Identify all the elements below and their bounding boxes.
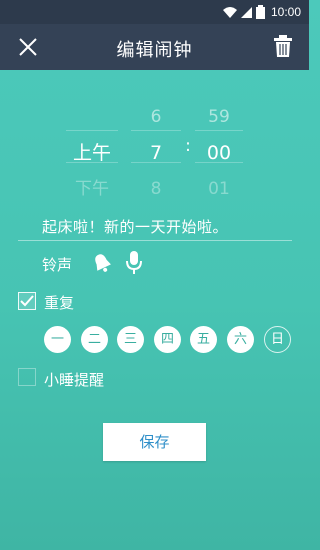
- day-friday[interactable]: 五: [190, 326, 217, 353]
- message-underline: [18, 240, 292, 241]
- ampm-next: 下午: [75, 179, 109, 199]
- picker-divider: [195, 162, 243, 163]
- picker-divider: [66, 162, 118, 163]
- picker-divider: [66, 130, 118, 131]
- day-tuesday[interactable]: 二: [81, 326, 108, 353]
- signal-icon: [241, 7, 252, 18]
- picker-divider: [131, 162, 181, 163]
- ringtone-label: 铃声: [42, 256, 73, 274]
- day-monday[interactable]: 一: [44, 326, 71, 353]
- picker-divider: [195, 130, 243, 131]
- repeat-checkbox[interactable]: [18, 292, 36, 310]
- day-wednesday[interactable]: 三: [117, 326, 144, 353]
- minute-next: 01: [208, 179, 230, 199]
- battery-icon: [256, 5, 265, 19]
- hour-picker[interactable]: 6 7 8: [131, 99, 181, 207]
- snooze-label: 小睡提醒: [44, 371, 105, 389]
- time-separator: :: [185, 136, 191, 156]
- page-title: 编辑闹钟: [116, 40, 193, 61]
- repeat-label: 重复: [44, 294, 75, 312]
- status-time: 10:00: [270, 5, 301, 19]
- day-thursday[interactable]: 四: [154, 326, 181, 353]
- microphone-icon[interactable]: [124, 250, 144, 276]
- app-bar: 编辑闹钟: [0, 24, 309, 70]
- bell-icon[interactable]: [90, 251, 114, 275]
- status-bar: 10:00: [0, 0, 309, 24]
- snooze-checkbox[interactable]: [18, 368, 36, 386]
- ampm-selected: 上午: [72, 142, 111, 164]
- day-saturday[interactable]: 六: [227, 326, 254, 353]
- hour-next: 8: [150, 179, 162, 199]
- alarm-message[interactable]: 起床啦！新的一天开始啦。: [42, 216, 228, 237]
- ampm-picker[interactable]: 上午 下午: [66, 99, 118, 207]
- minute-picker[interactable]: 59 00 01: [195, 99, 243, 207]
- picker-divider: [131, 130, 181, 131]
- trash-icon[interactable]: [273, 34, 293, 58]
- checkmark-icon: [20, 295, 34, 307]
- minute-selected: 00: [206, 142, 232, 164]
- wifi-icon: [223, 7, 237, 18]
- day-sunday[interactable]: 日: [264, 326, 291, 353]
- hour-selected: 7: [149, 142, 163, 164]
- save-button[interactable]: 保存: [103, 423, 206, 461]
